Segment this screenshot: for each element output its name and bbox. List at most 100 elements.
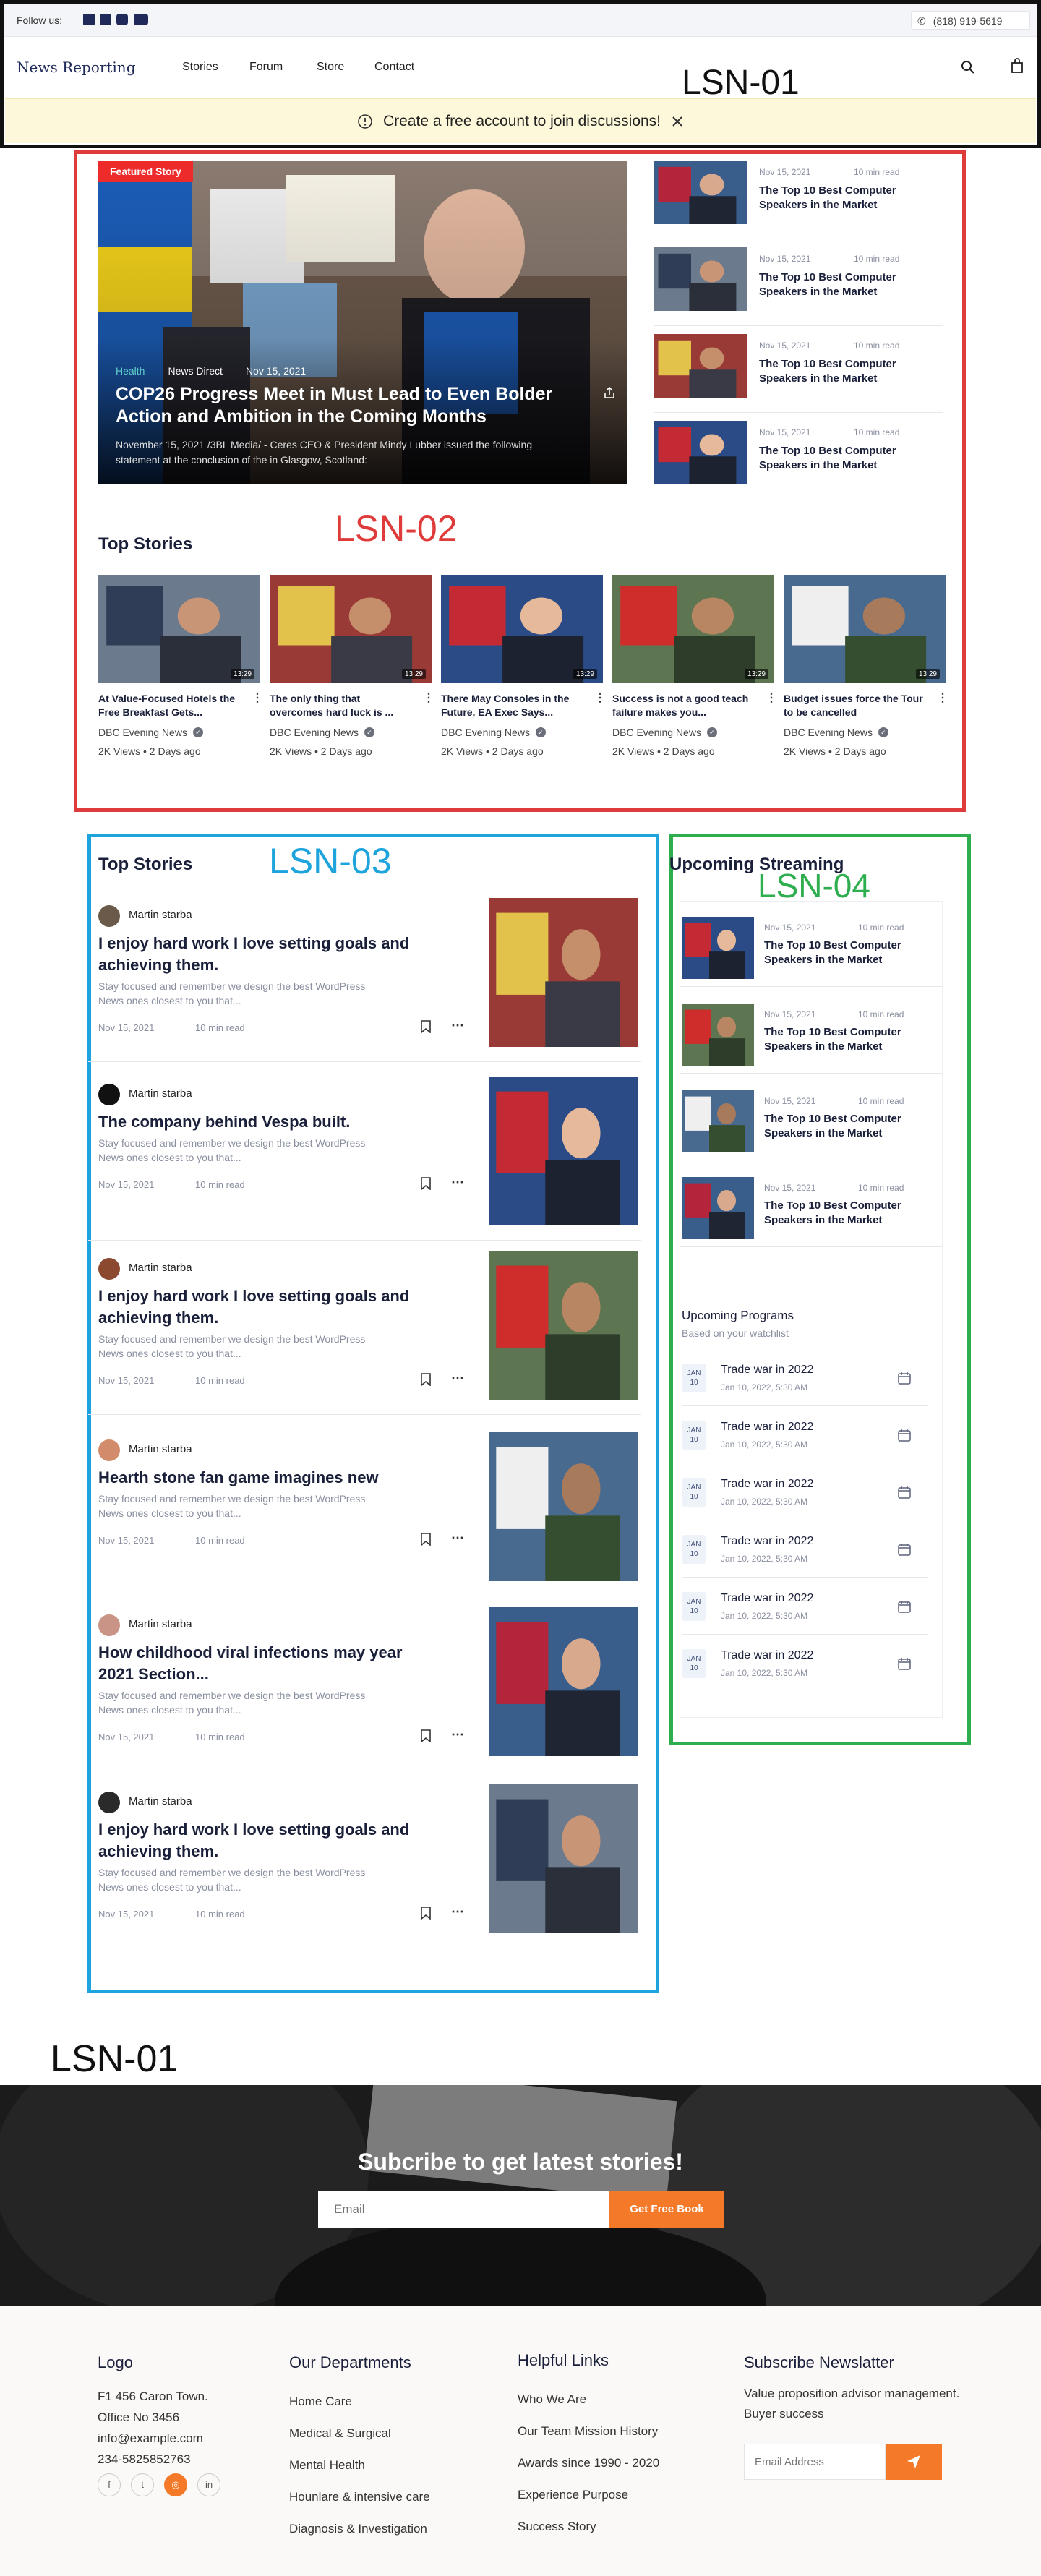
article-title[interactable]: I enjoy hard work I love setting goals a… — [98, 1819, 416, 1862]
more-icon[interactable]: ⋮ — [252, 690, 263, 705]
streaming-item[interactable]: Nov 15, 2021 10 min read The Top 10 Best C… — [680, 988, 943, 1074]
nav-contact[interactable]: Contact — [374, 61, 414, 74]
side-news-title[interactable]: The Top 10 Best Computer Speakers in the… — [759, 357, 925, 386]
video-channel[interactable]: DBC Evening News ✓ — [612, 727, 717, 738]
side-news-title[interactable]: The Top 10 Best Computer Speakers in the… — [759, 270, 925, 299]
article-title[interactable]: Hearth stone fan game imagines new — [98, 1467, 416, 1489]
bookmark-icon[interactable] — [421, 1729, 431, 1742]
linkedin-icon[interactable]: in — [197, 2473, 220, 2496]
helpful-link[interactable]: Experience Purpose — [518, 2479, 720, 2511]
search-icon[interactable] — [961, 60, 975, 74]
article-author[interactable]: Martin starba — [129, 1443, 192, 1455]
more-icon[interactable]: ⋮ — [766, 690, 777, 705]
more-icon[interactable]: ⋯ — [451, 1371, 464, 1386]
video-title[interactable]: Success is not a good teach failure make… — [612, 692, 757, 719]
program-title[interactable]: Trade war in 2022 — [721, 1649, 813, 1662]
department-link[interactable]: Mental Health — [289, 2449, 492, 2481]
instagram-icon[interactable]: ◎ — [164, 2473, 187, 2496]
article-thumbnail[interactable] — [489, 1251, 638, 1400]
share-icon[interactable] — [603, 386, 616, 399]
bookmark-icon[interactable] — [421, 1373, 431, 1386]
helpful-link[interactable]: Our Team Mission History — [518, 2415, 720, 2447]
article-author[interactable]: Martin starba — [129, 1262, 192, 1274]
helpful-link[interactable]: Who We Are — [518, 2384, 720, 2415]
streaming-title[interactable]: The Top 10 Best Computer Speakers in the… — [764, 1025, 930, 1054]
facebook-icon[interactable]: f — [98, 2473, 121, 2496]
video-channel[interactable]: DBC Evening News ✓ — [784, 727, 888, 738]
video-card[interactable]: 13:29 At Value-Focused Hotels the Free Br… — [98, 575, 263, 770]
get-free-book-button[interactable]: Get Free Book — [609, 2191, 724, 2228]
helpful-link[interactable]: Success Story — [518, 2511, 720, 2543]
instagram-icon[interactable] — [116, 14, 128, 25]
streaming-title[interactable]: The Top 10 Best Computer Speakers in the… — [764, 938, 930, 967]
program-item[interactable]: JAN 10 Trade war in 2022 Jan 10, 2022, 5:30… — [682, 1582, 942, 1639]
program-item[interactable]: JAN 10 Trade war in 2022 Jan 10, 2022, 5:30… — [682, 1411, 942, 1468]
side-news-item[interactable]: Nov 15, 2021 10 min read The Top 10 Best C… — [654, 161, 943, 247]
newsletter-email-input[interactable] — [744, 2444, 886, 2480]
video-title[interactable]: The only thing that overcomes hard luck … — [270, 692, 414, 719]
article-author[interactable]: Martin starba — [129, 1795, 192, 1807]
article-item[interactable]: Martin starba How childhood viral infecti… — [88, 1607, 641, 1773]
program-item[interactable]: JAN 10 Trade war in 2022 Jan 10, 2022, 5:30… — [682, 1639, 942, 1696]
bookmark-icon[interactable] — [421, 1020, 431, 1033]
article-item[interactable]: Martin starba I enjoy hard work I love se… — [88, 898, 641, 1064]
article-author[interactable]: Martin starba — [129, 1618, 192, 1630]
helpful-link[interactable]: Awards since 1990 - 2020 — [518, 2447, 720, 2479]
subscribe-email-input[interactable] — [318, 2191, 609, 2228]
program-title[interactable]: Trade war in 2022 — [721, 1364, 813, 1377]
nav-forum[interactable]: Forum — [249, 61, 283, 74]
article-thumbnail[interactable] — [489, 1432, 638, 1581]
article-title[interactable]: I enjoy hard work I love setting goals a… — [98, 933, 416, 976]
department-link[interactable]: Diagnosis & Investigation — [289, 2513, 492, 2545]
more-icon[interactable]: ⋯ — [451, 1175, 464, 1190]
streaming-thumbnail[interactable] — [682, 1004, 754, 1066]
video-title[interactable]: Budget issues force the Tour to be cance… — [784, 692, 928, 719]
side-news-thumbnail[interactable] — [654, 161, 747, 224]
article-item[interactable]: Martin starba I enjoy hard work I love se… — [88, 1251, 641, 1417]
video-title[interactable]: There May Consoles in the Future, EA Exe… — [441, 692, 586, 719]
calendar-icon[interactable] — [897, 1371, 912, 1385]
close-icon[interactable] — [671, 115, 684, 128]
side-news-thumbnail[interactable] — [654, 247, 747, 311]
side-news-title[interactable]: The Top 10 Best Computer Speakers in the… — [759, 444, 925, 473]
side-news-title[interactable]: The Top 10 Best Computer Speakers in the… — [759, 184, 925, 213]
phone-contact[interactable]: ✆ (818) 919-5619 — [911, 11, 1030, 30]
calendar-icon[interactable] — [897, 1542, 912, 1557]
more-icon[interactable]: ⋯ — [451, 1904, 464, 1920]
video-thumbnail[interactable]: 13:29 — [98, 575, 260, 683]
video-channel[interactable]: DBC Evening News ✓ — [98, 727, 203, 738]
streaming-title[interactable]: The Top 10 Best Computer Speakers in the… — [764, 1199, 930, 1228]
streaming-item[interactable]: Nov 15, 2021 10 min read The Top 10 Best C… — [680, 1161, 943, 1248]
more-icon[interactable]: ⋯ — [451, 1727, 464, 1742]
more-icon[interactable]: ⋮ — [423, 690, 434, 705]
bag-icon[interactable] — [1011, 58, 1024, 74]
nav-stories[interactable]: Stories — [182, 61, 218, 74]
newsletter-send-button[interactable] — [886, 2444, 942, 2480]
program-item[interactable]: JAN 10 Trade war in 2022 Jan 10, 2022, 5:30… — [682, 1353, 942, 1411]
program-item[interactable]: JAN 10 Trade war in 2022 Jan 10, 2022, 5:30… — [682, 1525, 942, 1582]
streaming-item[interactable]: Nov 15, 2021 10 min read The Top 10 Best C… — [680, 1074, 943, 1161]
article-thumbnail[interactable] — [489, 1607, 638, 1756]
more-icon[interactable]: ⋮ — [937, 690, 948, 705]
department-link[interactable]: Hounlare & intensive care — [289, 2481, 492, 2513]
article-title[interactable]: How childhood viral infections may year … — [98, 1642, 416, 1685]
footer-logo[interactable]: Logo — [98, 2353, 133, 2372]
bookmark-icon[interactable] — [421, 1177, 431, 1190]
bookmark-icon[interactable] — [421, 1907, 431, 1920]
article-item[interactable]: Martin starba Hearth stone fan game imagi… — [88, 1432, 641, 1599]
video-card[interactable]: 13:29 There May Consoles in the Future, E… — [441, 575, 606, 770]
video-card[interactable]: 13:29 The only thing that overcomes hard … — [270, 575, 434, 770]
featured-category[interactable]: Health — [116, 365, 145, 377]
video-thumbnail[interactable]: 13:29 — [270, 575, 432, 683]
video-channel[interactable]: DBC Evening News ✓ — [441, 727, 546, 738]
bookmark-icon[interactable] — [421, 1533, 431, 1546]
video-channel[interactable]: DBC Evening News ✓ — [270, 727, 374, 738]
featured-story[interactable]: Featured Story Health News Direct Nov 15… — [98, 161, 627, 484]
program-title[interactable]: Trade war in 2022 — [721, 1421, 813, 1434]
facebook-icon[interactable] — [83, 14, 95, 25]
streaming-thumbnail[interactable] — [682, 917, 754, 979]
article-author[interactable]: Martin starba — [129, 1087, 192, 1100]
video-thumbnail[interactable]: 13:29 — [784, 575, 946, 683]
video-title[interactable]: At Value-Focused Hotels the Free Breakfa… — [98, 692, 243, 719]
program-title[interactable]: Trade war in 2022 — [721, 1592, 813, 1605]
